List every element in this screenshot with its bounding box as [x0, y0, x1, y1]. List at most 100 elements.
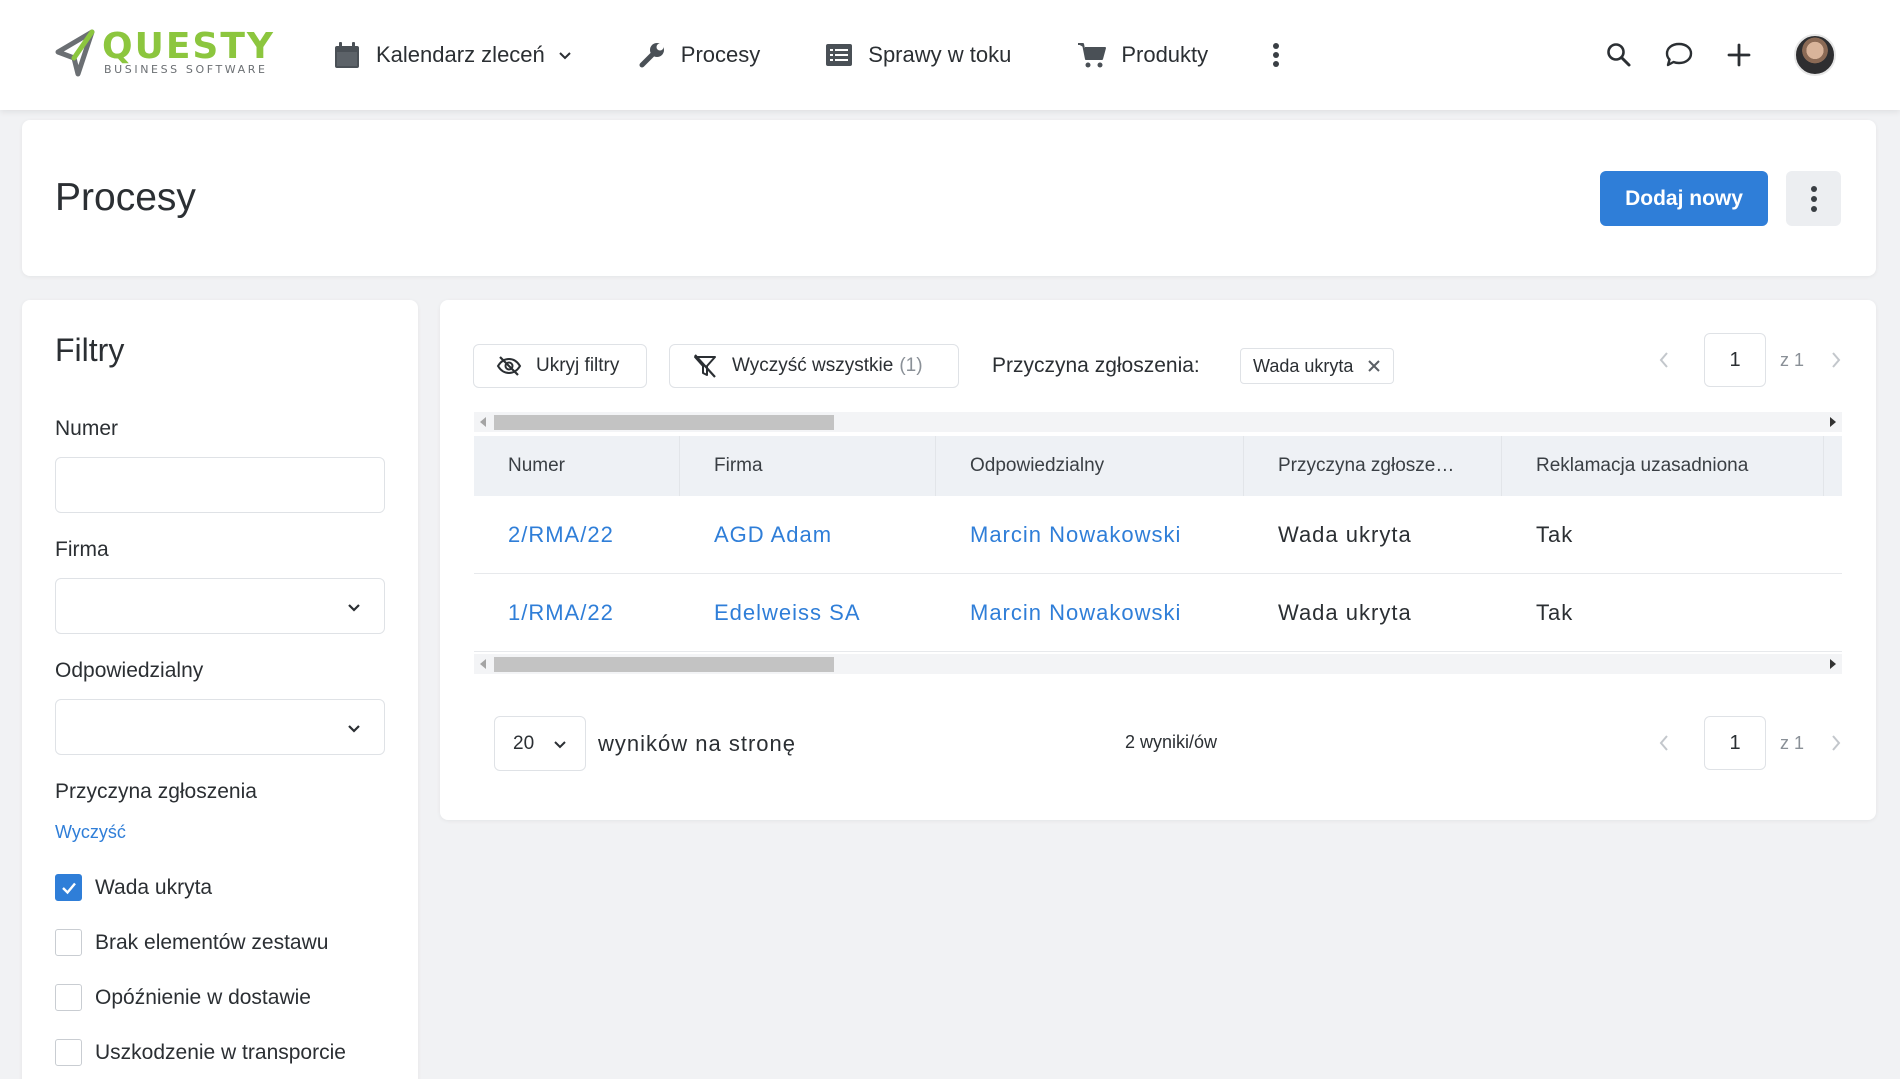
logo-word: QUESTY	[102, 26, 275, 67]
filter-przyczyna-clear-link[interactable]: Wyczyść	[55, 822, 126, 843]
column-header-odpowiedzialny[interactable]: Odpowiedzialny	[936, 436, 1244, 496]
filter-option-opoznienie[interactable]: Opóźnienie w dostawie	[55, 984, 311, 1011]
hide-filters-label: Ukryj filtry	[536, 355, 620, 376]
checkbox-checked[interactable]	[55, 874, 82, 901]
table-row: 2/RMA/22 AGD Adam Marcin Nowakowski Wada…	[474, 496, 1842, 574]
cell-odpowiedzialny-link[interactable]: Marcin Nowakowski	[936, 600, 1244, 626]
table-header: Numer Firma Odpowiedzialny Przyczyna zgł…	[474, 436, 1842, 496]
column-header-przyczyna[interactable]: Przyczyna zgłosze…	[1244, 436, 1502, 496]
filter-option-wada-ukryta[interactable]: Wada ukryta	[55, 874, 212, 901]
nav-item-label: Produkty	[1121, 42, 1209, 67]
cell-firma-link[interactable]: AGD Adam	[680, 522, 936, 548]
clear-all-count: (1)	[899, 355, 923, 376]
nav-item-procesy[interactable]: Procesy	[637, 25, 760, 85]
chevron-down-icon	[554, 741, 566, 749]
close-icon[interactable]	[1367, 359, 1381, 373]
chevron-down-icon	[348, 604, 360, 612]
filter-przyczyna-label: Przyczyna zgłoszenia	[55, 780, 257, 803]
filter-numer-label: Numer	[55, 417, 119, 440]
page-input[interactable]: 1	[1704, 716, 1766, 770]
filter-option-label: Opóźnienie w dostawie	[95, 985, 311, 1009]
cell-firma-link[interactable]: Edelweiss SA	[680, 600, 936, 626]
logo-subtitle: BUSINESS SOFTWARE	[104, 63, 268, 76]
filters-title: Filtry	[55, 332, 125, 368]
column-header-firma[interactable]: Firma	[680, 436, 936, 496]
per-page-value: 20	[513, 732, 535, 754]
cell-numer-link[interactable]: 2/RMA/22	[474, 522, 680, 548]
filter-off-icon	[694, 354, 716, 378]
wrench-icon	[637, 40, 667, 70]
clear-all-label: Wyczyść wszystkie	[732, 355, 894, 376]
chevron-right-icon[interactable]	[1826, 733, 1846, 753]
per-page-label: wyników na stronę	[598, 730, 796, 756]
search-icon[interactable]	[1602, 38, 1636, 72]
active-filter-chip: Wada ukryta	[1240, 348, 1395, 384]
page-title: Procesy	[55, 176, 196, 219]
calendar-icon	[332, 40, 362, 70]
hide-filters-button[interactable]: Ukryj filtry	[473, 344, 647, 388]
cell-przyczyna: Wada ukryta	[1278, 521, 1412, 547]
processes-table: Numer Firma Odpowiedzialny Przyczyna zgł…	[474, 436, 1842, 652]
filter-option-label: Uszkodzenie w transporcie	[95, 1040, 346, 1064]
chevron-left-icon[interactable]	[1654, 733, 1674, 753]
filter-odpowiedzialny-select[interactable]	[55, 699, 385, 755]
questy-logo[interactable]: QUESTY BUSINESS SOFTWARE	[52, 28, 275, 78]
table-scrollbar-top[interactable]	[474, 412, 1842, 432]
page-input[interactable]: 1	[1704, 333, 1766, 387]
avatar[interactable]	[1794, 34, 1836, 76]
filter-numer-input[interactable]	[55, 457, 385, 513]
check-icon	[61, 882, 76, 894]
nav-item-sprawy-w-toku[interactable]: Sprawy w toku	[824, 25, 1011, 85]
table-footer: 20 wyników na stronę	[494, 716, 796, 771]
nav-item-kalendarz-zlecen[interactable]: Kalendarz zleceń	[332, 25, 573, 85]
filter-option-brak-elementow[interactable]: Brak elementów zestawu	[55, 929, 328, 956]
table-scrollbar-bottom[interactable]	[474, 654, 1842, 674]
checkbox[interactable]	[55, 984, 82, 1011]
table-row: 1/RMA/22 Edelweiss SA Marcin Nowakowski …	[474, 574, 1842, 652]
filters-panel: Filtry Numer Firma Odpowiedzialny Przycz…	[22, 300, 418, 1079]
list-icon	[824, 40, 854, 70]
page-of-label: z 1	[1780, 732, 1805, 753]
top-navbar: QUESTY BUSINESS SOFTWARE Kalendarz zlece…	[0, 0, 1900, 110]
filter-firma-select[interactable]	[55, 578, 385, 634]
clear-all-filters-button[interactable]: Wyczyść wszystkie (1)	[669, 344, 959, 388]
cart-icon	[1077, 40, 1107, 70]
per-page-select[interactable]: 20	[494, 716, 586, 771]
chevron-left-icon[interactable]	[1654, 350, 1674, 370]
scroll-left-icon[interactable]	[480, 417, 486, 427]
filter-odpowiedzialny-label: Odpowiedzialny	[55, 659, 204, 682]
scroll-right-icon[interactable]	[1830, 659, 1836, 669]
checkbox[interactable]	[55, 929, 82, 956]
nav-item-label: Kalendarz zleceń	[376, 42, 545, 67]
results-panel: Ukryj filtry Wyczyść wszystkie (1) Przyc…	[440, 300, 1876, 820]
pagination-bottom: 1 z 1	[1654, 716, 1846, 770]
column-header-numer[interactable]: Numer	[474, 436, 680, 496]
chat-icon[interactable]	[1662, 38, 1696, 72]
nav-item-produkty[interactable]: Produkty	[1077, 25, 1208, 85]
plus-icon[interactable]	[1722, 38, 1756, 72]
chevron-right-icon[interactable]	[1826, 350, 1846, 370]
nav-item-label: Sprawy w toku	[868, 42, 1012, 67]
scroll-right-icon[interactable]	[1830, 417, 1836, 427]
nav-more-icon[interactable]	[1264, 40, 1288, 70]
pagination-top: 1 z 1	[1654, 333, 1846, 387]
cell-reklamacja: Tak	[1536, 599, 1574, 625]
cell-odpowiedzialny-link[interactable]: Marcin Nowakowski	[936, 522, 1244, 548]
header-more-button[interactable]	[1786, 171, 1841, 226]
scrollbar-thumb[interactable]	[494, 415, 834, 430]
add-new-button[interactable]: Dodaj nowy	[1600, 171, 1768, 226]
filter-option-uszkodzenie[interactable]: Uszkodzenie w transporcie	[55, 1039, 346, 1066]
cell-numer-link[interactable]: 1/RMA/22	[474, 600, 680, 626]
column-header-reklamacja[interactable]: Reklamacja uzasadniona	[1502, 436, 1824, 496]
cell-reklamacja: Tak	[1536, 521, 1574, 547]
checkbox[interactable]	[55, 1039, 82, 1066]
filter-firma-label: Firma	[55, 538, 109, 561]
page-of-label: z 1	[1780, 349, 1805, 370]
scroll-left-icon[interactable]	[480, 659, 486, 669]
more-vertical-icon	[1810, 185, 1817, 212]
cell-przyczyna: Wada ukryta	[1278, 599, 1412, 625]
page-header: Procesy Dodaj nowy	[22, 120, 1876, 276]
filter-option-label: Brak elementów zestawu	[95, 930, 329, 954]
results-count: 2 wyniki/ów	[1125, 732, 1218, 752]
scrollbar-thumb[interactable]	[494, 657, 834, 672]
